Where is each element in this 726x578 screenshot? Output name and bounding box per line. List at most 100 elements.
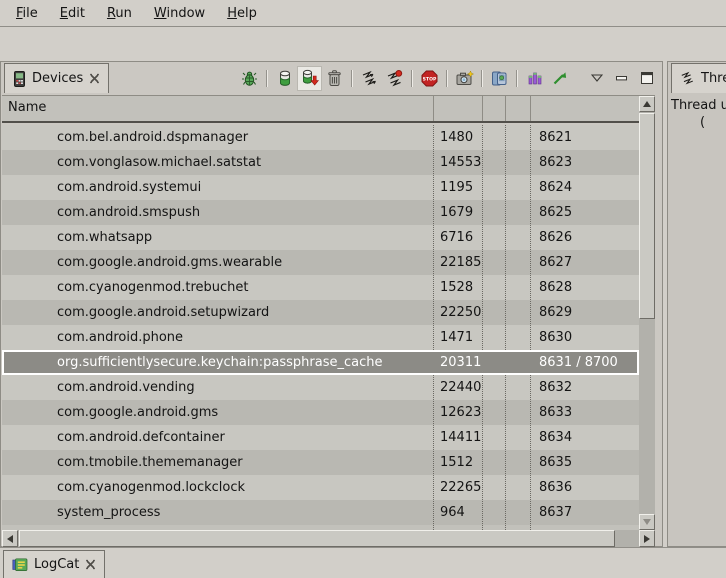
threads-message: Thread up ( (671, 97, 726, 131)
cell-empty (505, 250, 530, 275)
table-row[interactable]: com.cyanogenmod.trebuchet15288628 (2, 275, 639, 300)
column-resize-handle[interactable] (482, 96, 483, 121)
maximize-icon[interactable] (635, 67, 658, 90)
cell-pid: 964 (433, 500, 482, 525)
column-resize-handle[interactable] (505, 96, 506, 121)
cell-client-name: com.whatsapp (2, 225, 433, 250)
table-row[interactable]: com.tmobile.thememanager15128635 (2, 450, 639, 475)
cell-client-name: com.bel.android.dspmanager (2, 125, 433, 150)
menu-item-edit[interactable]: Edit (49, 3, 96, 24)
vertical-scrollbar[interactable] (639, 96, 655, 530)
cell-debug-port: 8631 / 8700 (530, 350, 639, 375)
cell-pid: 22185 (433, 250, 482, 275)
table-row[interactable]: system_process9648637 (2, 500, 639, 525)
column-resize-handle[interactable] (433, 96, 434, 121)
logcat-view: LogCat (0, 547, 726, 577)
debug-process-icon[interactable] (238, 67, 261, 90)
cell-pid: 22440 (433, 375, 482, 400)
logcat-icon (12, 557, 28, 572)
screen-record-icon[interactable] (488, 67, 511, 90)
cell-pid: 6716 (433, 225, 482, 250)
screen-capture-icon[interactable] (453, 67, 476, 90)
start-method-profiling-icon[interactable] (383, 67, 406, 90)
stop-label: STOP (423, 76, 437, 82)
table-row[interactable]: com.google.android.gms.wearable221858627 (2, 250, 639, 275)
cell-client-name: com.vonglasow.michael.satstat (2, 150, 433, 175)
scroll-up-button[interactable] (639, 96, 655, 112)
tab-logcat-label: LogCat (34, 557, 79, 572)
table-row[interactable]: com.bel.android.dspmanager14808621 (2, 125, 639, 150)
cell-empty (505, 500, 530, 525)
cell-pid: 12623 (433, 400, 482, 425)
cell-empty (482, 200, 505, 225)
close-icon[interactable] (89, 73, 100, 84)
table-row[interactable]: com.android.defcontainer144118634 (2, 425, 639, 450)
scroll-down-button[interactable] (639, 514, 655, 530)
cause-gc-icon[interactable] (323, 67, 346, 90)
horizontal-scrollbar[interactable] (2, 530, 655, 547)
cell-empty (505, 275, 530, 300)
cell-empty (505, 400, 530, 425)
menu-item-run[interactable]: Run (96, 3, 143, 24)
menu-item-file[interactable]: File (5, 3, 49, 24)
cell-empty (482, 325, 505, 350)
table-header[interactable]: Name (2, 96, 639, 123)
threads-message-line1: Thread up (671, 97, 726, 114)
view-menu-icon[interactable] (585, 67, 608, 90)
table-row[interactable]: com.whatsapp67168626 (2, 225, 639, 250)
dump-hprof-icon[interactable] (298, 67, 321, 90)
threads-message-line2: ( (700, 114, 726, 131)
cell-empty (482, 400, 505, 425)
scroll-left-button[interactable] (2, 530, 18, 547)
table-row[interactable]: com.android.vending224408632 (2, 375, 639, 400)
cell-client-name: com.android.phone (2, 325, 433, 350)
toolbar-separator (351, 70, 353, 87)
cell-empty (505, 175, 530, 200)
tab-threads-label: Threa (701, 71, 726, 86)
tab-threads[interactable]: Threa (671, 63, 726, 93)
sysinfo-icon[interactable] (548, 67, 571, 90)
cell-empty (482, 125, 505, 150)
cell-client-name: com.cyanogenmod.lockclock (2, 475, 433, 500)
cell-client-name: system_process (2, 500, 433, 525)
update-threads-icon[interactable] (358, 67, 381, 90)
cell-empty (482, 225, 505, 250)
tab-logcat[interactable]: LogCat (3, 550, 105, 578)
cell-empty (482, 425, 505, 450)
toolbar-separator (266, 70, 268, 87)
scroll-right-button[interactable] (639, 530, 655, 547)
cell-pid: 22250 (433, 300, 482, 325)
minimize-icon[interactable] (610, 67, 633, 90)
cell-empty (505, 300, 530, 325)
cell-client-name: com.google.android.gms (2, 400, 433, 425)
cell-debug-port: 8624 (530, 175, 639, 200)
toolbar-separator (516, 70, 518, 87)
cell-pid: 14553 (433, 150, 482, 175)
table-row[interactable]: com.google.android.gms126238633 (2, 400, 639, 425)
vertical-scroll-thumb[interactable] (639, 113, 655, 319)
toolbar-separator (446, 70, 448, 87)
cell-empty (505, 475, 530, 500)
table-row[interactable]: com.android.smspush16798625 (2, 200, 639, 225)
cell-pid: 1679 (433, 200, 482, 225)
cell-empty (482, 500, 505, 525)
devices-toolbar: STOP (238, 65, 658, 91)
stop-process-icon[interactable]: STOP (418, 67, 441, 90)
column-resize-handle[interactable] (530, 96, 531, 121)
column-header-name[interactable]: Name (8, 100, 46, 115)
tracer-icon[interactable] (523, 67, 546, 90)
table-row[interactable]: com.android.phone14718630 (2, 325, 639, 350)
table-row[interactable]: com.vonglasow.michael.satstat145538623 (2, 150, 639, 175)
update-heap-icon[interactable] (273, 67, 296, 90)
horizontal-scroll-thumb[interactable] (19, 530, 615, 547)
menu-item-help[interactable]: Help (216, 3, 268, 24)
cell-pid: 1528 (433, 275, 482, 300)
table-row-selected[interactable]: org.sufficientlysecure.keychain:passphra… (2, 350, 639, 375)
table-row[interactable]: com.cyanogenmod.lockclock222658636 (2, 475, 639, 500)
close-icon[interactable] (85, 559, 96, 570)
table-row[interactable]: com.android.systemui11958624 (2, 175, 639, 200)
menu-item-window[interactable]: Window (143, 3, 216, 24)
tab-devices[interactable]: Devices (4, 63, 109, 93)
table-row[interactable]: com.google.android.setupwizard222508629 (2, 300, 639, 325)
threads-icon (680, 71, 695, 86)
